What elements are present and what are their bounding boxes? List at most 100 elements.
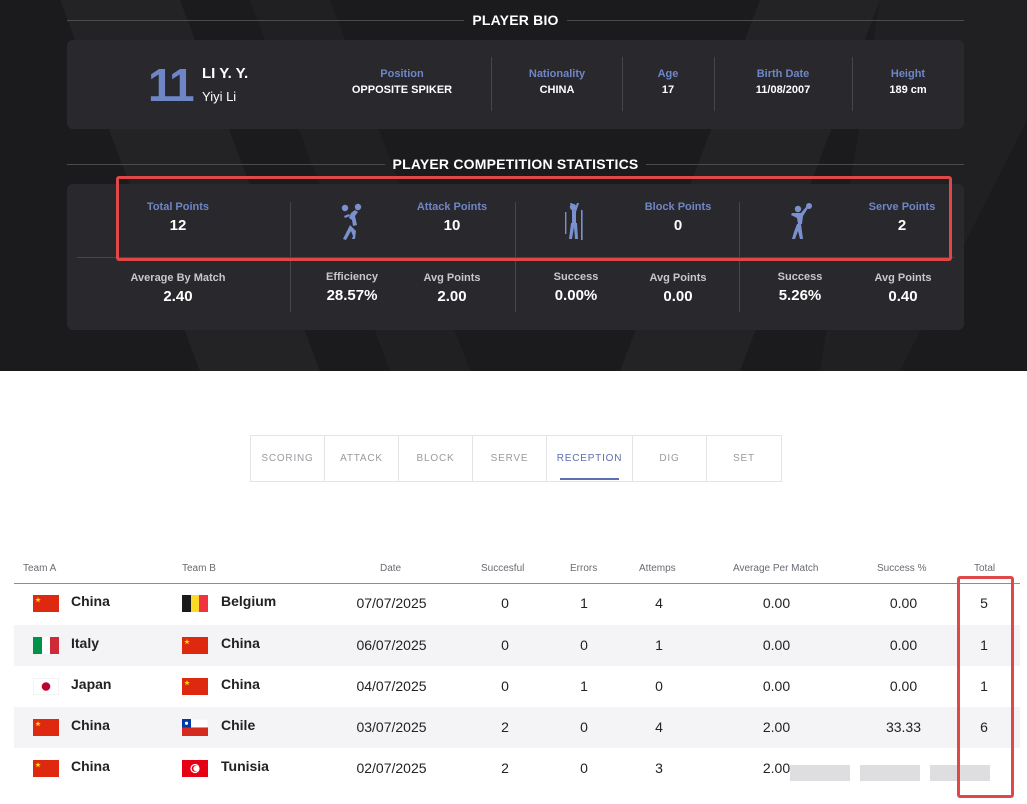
page: PLAYER BIO 11 LI Y. Y. Yiyi Li Position … bbox=[0, 0, 1027, 804]
age-label: Age bbox=[657, 68, 679, 80]
china-flag-icon bbox=[182, 678, 208, 695]
team-a: China bbox=[71, 717, 110, 733]
column-header[interactable]: Team B bbox=[182, 563, 216, 574]
attempts: 4 bbox=[655, 595, 663, 611]
stats-header: PLAYER COMPETITION STATISTICS bbox=[67, 154, 964, 174]
column-header[interactable]: Total bbox=[974, 563, 995, 574]
team-a: Italy bbox=[71, 635, 100, 651]
column-header[interactable]: Succesful bbox=[481, 563, 524, 574]
attempts: 4 bbox=[655, 719, 663, 735]
tab-set[interactable]: SET bbox=[707, 436, 781, 481]
average-per-match: 0.00 bbox=[762, 637, 791, 653]
errors: 0 bbox=[580, 637, 588, 653]
china-flag-icon bbox=[182, 637, 208, 654]
column-header[interactable]: Date bbox=[380, 563, 401, 574]
team-b: Tunisia bbox=[221, 758, 269, 774]
tunisia-flag-icon bbox=[182, 760, 208, 777]
avg-points-value: 0.40 bbox=[888, 288, 918, 305]
attack-avg-points: Avg Points 2.00 bbox=[412, 272, 492, 305]
block-success: Success 0.00% bbox=[536, 271, 616, 304]
average-by-match-label: Average By Match bbox=[130, 272, 226, 284]
height-label: Height bbox=[890, 68, 926, 80]
success-percent: 0.00 bbox=[889, 637, 918, 653]
match-date: 03/07/2025 bbox=[356, 719, 427, 735]
block-avg-points: Avg Points 0.00 bbox=[638, 272, 718, 305]
efficiency-label: Efficiency bbox=[326, 271, 378, 283]
divider bbox=[491, 57, 492, 111]
tab-scoring[interactable]: SCORING bbox=[251, 436, 325, 481]
divider bbox=[852, 57, 853, 111]
player-full-name: Yiyi Li bbox=[202, 89, 237, 104]
nationality-label: Nationality bbox=[528, 68, 586, 80]
attempts: 0 bbox=[655, 678, 663, 694]
bio-nationality: Nationality CHINA bbox=[507, 68, 607, 96]
height-value: 189 cm bbox=[889, 84, 927, 96]
bio-birth-date: Birth Date 11/08/2007 bbox=[733, 68, 833, 96]
average-per-match: 2.00 bbox=[762, 719, 791, 735]
tab-reception[interactable]: RECEPTION bbox=[547, 436, 633, 481]
table-row[interactable]: Italy China 06/07/2025 0 0 1 0.00 0.00 1 bbox=[14, 625, 1020, 666]
avg-points-value: 2.00 bbox=[437, 288, 467, 305]
column-header[interactable]: Team A bbox=[23, 563, 56, 574]
table-header: Team A Team B Date Succesful Errors Atte… bbox=[14, 560, 1020, 584]
average-by-match: Average By Match 2.40 bbox=[113, 272, 243, 305]
team-a: China bbox=[71, 758, 110, 774]
avg-points-label: Avg Points bbox=[649, 272, 707, 284]
divider bbox=[714, 57, 715, 111]
team-b: China bbox=[221, 676, 260, 692]
player-bio-header: PLAYER BIO bbox=[67, 10, 964, 30]
match-date: 07/07/2025 bbox=[356, 595, 427, 611]
errors: 1 bbox=[580, 595, 588, 611]
average-by-match-value: 2.40 bbox=[163, 288, 193, 305]
successful: 0 bbox=[501, 678, 509, 694]
avg-points-label: Avg Points bbox=[874, 272, 932, 284]
chile-flag-icon bbox=[182, 719, 208, 736]
table-row[interactable]: Japan China 04/07/2025 0 1 0 0.00 0.00 1 bbox=[14, 666, 1020, 707]
errors: 1 bbox=[580, 678, 588, 694]
japan-flag-icon bbox=[33, 678, 59, 695]
success-label: Success bbox=[553, 271, 599, 283]
tab-serve[interactable]: SERVE bbox=[473, 436, 547, 481]
jersey-number: 11 bbox=[148, 59, 195, 111]
table-row[interactable]: China Chile 03/07/2025 2 0 4 2.00 33.33 … bbox=[14, 707, 1020, 748]
belgium-flag-icon bbox=[182, 595, 208, 612]
successful: 0 bbox=[501, 595, 509, 611]
column-header[interactable]: Success % bbox=[877, 563, 926, 574]
bio-position: Position OPPOSITE SPIKER bbox=[337, 68, 467, 96]
avg-points-label: Avg Points bbox=[423, 272, 481, 284]
efficiency-value: 28.57% bbox=[326, 287, 378, 304]
table-row[interactable]: China Belgium 07/07/2025 0 1 4 0.00 0.00… bbox=[14, 583, 1020, 624]
errors: 0 bbox=[580, 719, 588, 735]
successful: 2 bbox=[501, 719, 509, 735]
avg-points-value: 0.00 bbox=[663, 288, 693, 305]
bio-card: 11 LI Y. Y. Yiyi Li Position OPPOSITE SP… bbox=[67, 40, 964, 129]
tab-attack[interactable]: ATTACK bbox=[325, 436, 399, 481]
success-percent: 0.00 bbox=[889, 595, 918, 611]
successful: 0 bbox=[501, 637, 509, 653]
match-date: 06/07/2025 bbox=[356, 637, 427, 653]
player-panel: PLAYER BIO 11 LI Y. Y. Yiyi Li Position … bbox=[0, 0, 1027, 371]
china-flag-icon bbox=[33, 595, 59, 612]
success-percent: 33.33 bbox=[885, 719, 922, 735]
bio-age: Age 17 bbox=[637, 68, 699, 96]
position-label: Position bbox=[380, 68, 424, 80]
average-per-match: 0.00 bbox=[762, 595, 791, 611]
nationality-value: CHINA bbox=[539, 84, 575, 96]
success-value: 0.00% bbox=[554, 287, 598, 304]
team-a: Japan bbox=[71, 676, 112, 692]
attempts: 1 bbox=[655, 637, 663, 653]
column-header[interactable]: Average Per Match bbox=[733, 563, 818, 574]
column-header[interactable]: Attemps bbox=[639, 563, 676, 574]
success-percent: 0.00 bbox=[889, 678, 918, 694]
successful: 2 bbox=[501, 760, 509, 776]
birth-date-label: Birth Date bbox=[756, 68, 810, 80]
tab-block[interactable]: BLOCK bbox=[399, 436, 473, 481]
column-header[interactable]: Errors bbox=[570, 563, 597, 574]
position-value: OPPOSITE SPIKER bbox=[351, 84, 453, 96]
tab-dig[interactable]: DIG bbox=[633, 436, 707, 481]
success-label: Success bbox=[777, 271, 823, 283]
divider bbox=[622, 57, 623, 111]
section-title: PLAYER COMPETITION STATISTICS bbox=[392, 156, 639, 172]
team-b: Chile bbox=[221, 717, 256, 733]
serve-avg-points: Avg Points 0.40 bbox=[863, 272, 943, 305]
